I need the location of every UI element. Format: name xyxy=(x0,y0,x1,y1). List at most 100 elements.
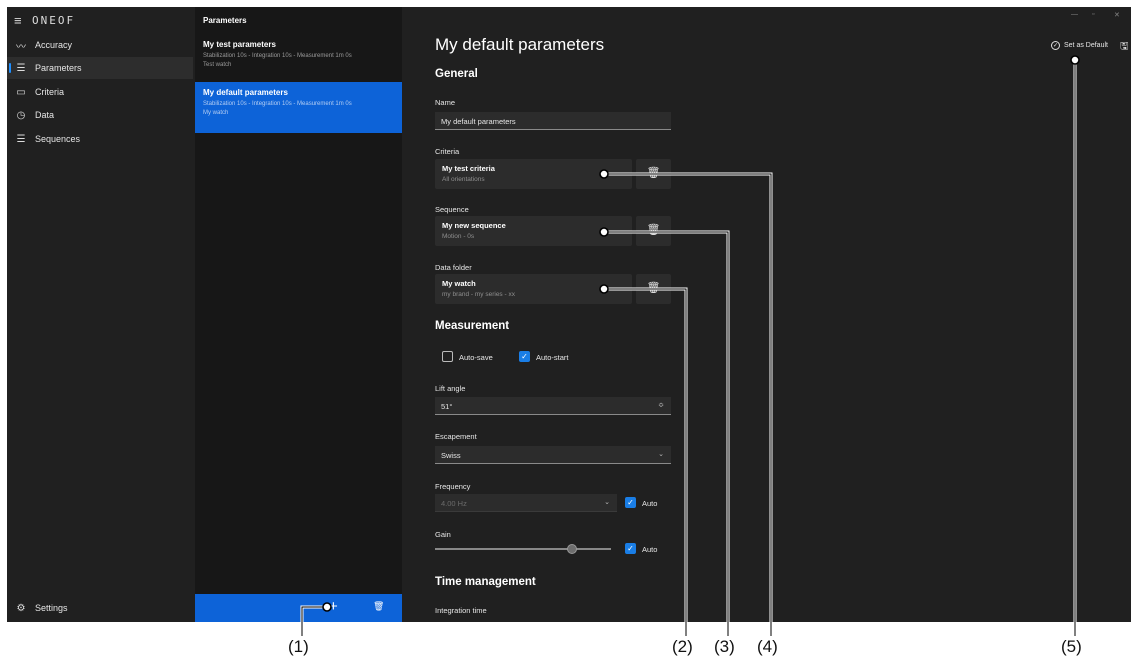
list-item-summary: Stabilization 10s - Integration 10s - Me… xyxy=(203,101,352,107)
page-title: My default parameters xyxy=(435,35,605,54)
nav-item-sequences[interactable]: ☰ Sequences xyxy=(7,128,193,150)
frequency-auto-label: Auto xyxy=(642,499,658,508)
list-item-watch: Test watch xyxy=(203,62,232,68)
criteria-title: My test criteria xyxy=(442,164,495,173)
name-label: Name xyxy=(435,98,456,107)
list-item-selected[interactable]: My default parameters Stabilization 10s … xyxy=(195,82,402,133)
delete-icon[interactable]: 🗑 xyxy=(373,601,384,612)
section-general: General xyxy=(435,68,478,80)
spin-icon[interactable]: ≎ xyxy=(658,401,664,409)
gain-auto-checkbox[interactable]: ✓ xyxy=(625,543,636,554)
nav-item-label: Data xyxy=(35,110,55,120)
app-brand: ONEOF xyxy=(32,14,76,27)
list-item-title: My default parameters xyxy=(203,88,288,97)
criteria-label: Criteria xyxy=(435,147,460,156)
nav-item-accuracy[interactable]: 〰 Accuracy xyxy=(7,34,193,56)
callout-label-5: (5) xyxy=(1061,637,1082,656)
frequency-value: 4.00 Hz xyxy=(441,499,467,508)
nav-pane: ≡ ONEOF 〰 Accuracy ☰ Parameters ▭ Criter… xyxy=(7,7,195,622)
data-folder-title: My watch xyxy=(442,279,476,288)
escapement-value: Swiss xyxy=(441,451,461,460)
lift-angle-spinbox[interactable]: 51° ≎ xyxy=(435,397,671,415)
data-folder-picker[interactable]: My watch my brand - my series - xx ..... xyxy=(435,274,632,304)
save-icon[interactable]: 🖫 xyxy=(1120,39,1129,56)
sliders-icon: ☰ xyxy=(16,62,26,74)
app-window: ≡ ONEOF 〰 Accuracy ☰ Parameters ▭ Criter… xyxy=(7,7,1131,622)
more-dots: ..... xyxy=(617,286,626,292)
trash-icon: 🗑 xyxy=(646,282,661,294)
sequence-subtitle: Motion - 0s xyxy=(442,233,475,240)
frequency-auto-checkbox[interactable]: ✓ xyxy=(625,497,636,508)
set-default-button[interactable]: ✓ Set as Default xyxy=(1051,41,1108,50)
check-circle-icon: ✓ xyxy=(1051,41,1060,50)
criteria-delete-button[interactable]: 🗑 xyxy=(636,159,671,189)
sequence-delete-button[interactable]: 🗑 xyxy=(636,216,671,246)
clock-icon: ◷ xyxy=(16,109,26,121)
name-field[interactable]: My default parameters xyxy=(435,112,671,130)
list-item-summary: Stabilization 10s - Integration 10s - Me… xyxy=(203,53,352,59)
more-dots: ..... xyxy=(617,228,626,234)
nav-item-criteria[interactable]: ▭ Criteria xyxy=(7,81,193,103)
hamburger-menu-icon[interactable]: ≡ xyxy=(14,13,22,28)
accuracy-icon: 〰 xyxy=(16,41,26,53)
section-measurement: Measurement xyxy=(435,320,510,332)
list-command-bar: + 🗑 xyxy=(195,594,402,622)
nav-item-label: Parameters xyxy=(35,63,82,73)
detail-pane: — ▫ ✕ My default parameters ✓ Set as Def… xyxy=(402,7,1131,622)
callout-label-2: (2) xyxy=(672,637,693,656)
chevron-down-icon: ⌄ xyxy=(604,499,610,506)
lift-angle-label: Lift angle xyxy=(435,384,466,393)
set-default-label: Set as Default xyxy=(1064,42,1108,49)
close-icon[interactable]: ✕ xyxy=(1114,11,1120,19)
gain-auto-label: Auto xyxy=(642,545,658,554)
escapement-label: Escapement xyxy=(435,432,477,441)
list-item-watch: My watch xyxy=(203,110,229,116)
screenshot-stage: ≡ ONEOF 〰 Accuracy ☰ Parameters ▭ Criter… xyxy=(0,0,1137,662)
nav-item-label: Accuracy xyxy=(35,40,73,50)
frequency-label: Frequency xyxy=(435,482,471,491)
data-folder-label: Data folder xyxy=(435,263,472,272)
monitor-icon: ▭ xyxy=(16,86,26,98)
section-time-management: Time management xyxy=(435,576,536,588)
autostart-label: Auto-start xyxy=(536,353,569,362)
sequence-label: Sequence xyxy=(435,205,469,214)
callout-label-1: (1) xyxy=(288,637,309,656)
callout-label-3: (3) xyxy=(714,637,735,656)
list-icon: ☰ xyxy=(16,133,26,145)
criteria-subtitle: All orientations xyxy=(442,176,485,183)
nav-item-parameters[interactable]: ☰ Parameters xyxy=(7,57,193,79)
more-dots: ..... xyxy=(617,171,626,177)
parameters-list-panel: Parameters My test parameters Stabilizat… xyxy=(195,7,402,622)
frequency-select[interactable]: 4.00 Hz ⌄ xyxy=(435,494,617,512)
trash-icon: 🗑 xyxy=(646,224,661,236)
add-button[interactable]: + xyxy=(329,598,338,615)
autostart-checkbox[interactable]: ✓ xyxy=(519,351,530,362)
list-title: Parameters xyxy=(203,16,247,25)
sequence-picker[interactable]: My new sequence Motion - 0s ..... xyxy=(435,216,632,246)
data-folder-subtitle: my brand - my series - xx xyxy=(442,291,515,298)
autosave-label: Auto-save xyxy=(459,353,493,362)
trash-icon: 🗑 xyxy=(646,167,661,179)
gain-label: Gain xyxy=(435,530,451,539)
autosave-checkbox[interactable] xyxy=(442,351,453,362)
callout-label-4: (4) xyxy=(757,637,778,656)
integration-time-label: Integration time xyxy=(435,606,487,615)
nav-item-label: Settings xyxy=(35,603,68,613)
criteria-picker[interactable]: My test criteria All orientations ..... xyxy=(435,159,632,189)
chevron-down-icon: ⌄ xyxy=(658,451,664,458)
nav-item-label: Sequences xyxy=(35,134,81,144)
nav-item-label: Criteria xyxy=(35,87,65,97)
maximize-icon[interactable]: ▫ xyxy=(1092,11,1094,18)
gain-slider-track[interactable] xyxy=(435,548,611,550)
nav-item-settings[interactable]: ⚙ Settings xyxy=(7,597,193,619)
escapement-select[interactable]: Swiss ⌄ xyxy=(435,446,671,464)
gain-slider-thumb[interactable] xyxy=(567,544,578,554)
gear-icon: ⚙ xyxy=(16,602,26,614)
list-item[interactable]: My test parameters Stabilization 10s - I… xyxy=(195,34,402,85)
name-value: My default parameters xyxy=(441,117,516,126)
data-folder-delete-button[interactable]: 🗑 xyxy=(636,274,671,304)
list-item-title: My test parameters xyxy=(203,40,276,49)
nav-item-data[interactable]: ◷ Data xyxy=(7,104,193,126)
lift-angle-value: 51° xyxy=(441,402,453,411)
minimize-icon[interactable]: — xyxy=(1071,11,1078,18)
